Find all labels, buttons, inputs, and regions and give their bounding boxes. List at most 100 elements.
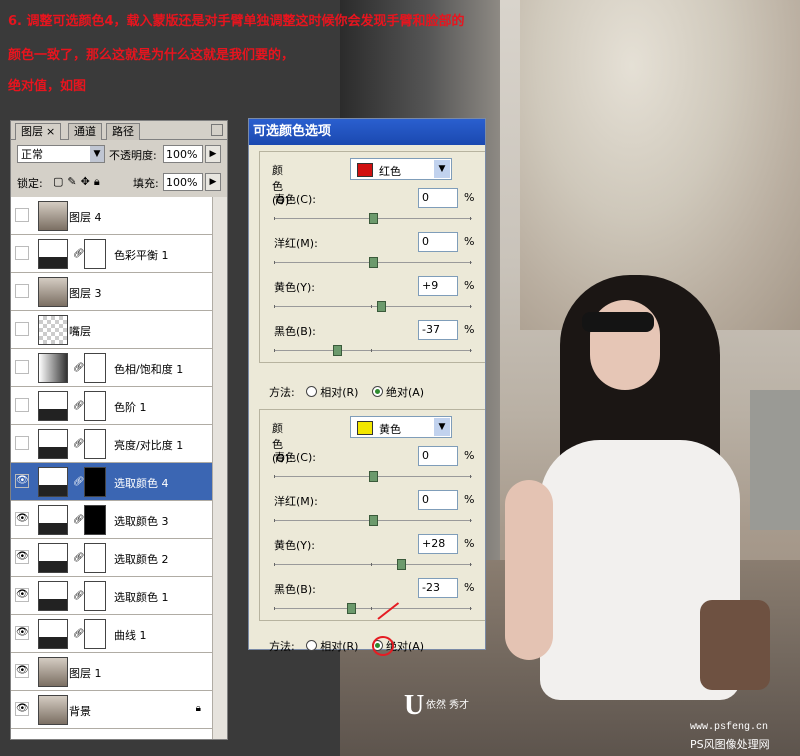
opacity-arrow-button[interactable]: ▶ bbox=[205, 145, 221, 163]
layer-row[interactable]: 色彩平衡 1 🔗︎ bbox=[11, 235, 213, 273]
link-chain-icon[interactable]: 🔗︎ bbox=[73, 439, 84, 449]
layer-mask-thumbnail[interactable] bbox=[84, 543, 106, 573]
color-select[interactable]: 红色 ▼ bbox=[350, 158, 452, 180]
radio-absolute-1[interactable]: 绝对(A) bbox=[371, 386, 424, 399]
link-chain-icon[interactable]: 🔗︎ bbox=[73, 363, 84, 373]
layer-row[interactable]: 👁︎ 背景 🔒︎ bbox=[11, 691, 213, 729]
layer-row[interactable]: 图层 3 bbox=[11, 273, 213, 311]
cyan-label: 青色(C): bbox=[274, 451, 316, 464]
magenta-label: 洋红(M): bbox=[274, 237, 318, 250]
visibility-eye-icon[interactable]: 👁︎ bbox=[15, 626, 29, 640]
link-chain-icon[interactable]: 🔗︎ bbox=[73, 515, 84, 525]
layer-mask-thumbnail[interactable] bbox=[84, 353, 106, 383]
visibility-eye-icon[interactable]: 👁︎ bbox=[15, 512, 29, 526]
opacity-input[interactable]: 100% bbox=[163, 145, 203, 163]
link-chain-icon[interactable]: 🔗︎ bbox=[73, 591, 84, 601]
link-chain-icon[interactable]: 🔗︎ bbox=[73, 629, 84, 639]
yellow-slider-track[interactable] bbox=[274, 559, 472, 570]
layer-row[interactable]: 图层 4 bbox=[11, 197, 213, 235]
visibility-eye-icon[interactable] bbox=[15, 246, 29, 260]
layer-mask-thumbnail[interactable] bbox=[84, 239, 106, 269]
blend-mode-select[interactable]: 正常 ▼ bbox=[17, 145, 105, 163]
cyan-slider-thumb[interactable] bbox=[369, 213, 378, 224]
tab-paths[interactable]: 路径 bbox=[106, 123, 140, 140]
layer-row[interactable]: 色阶 1 🔗︎ bbox=[11, 387, 213, 425]
link-chain-icon[interactable]: 🔗︎ bbox=[73, 249, 84, 259]
yellow-input[interactable]: +9 bbox=[418, 276, 458, 296]
color-select[interactable]: 黄色 ▼ bbox=[350, 416, 452, 438]
layer-row[interactable]: 👁︎ 曲线 1 🔗︎ bbox=[11, 615, 213, 653]
visibility-eye-icon[interactable]: 👁︎ bbox=[15, 702, 29, 716]
black-slider-track[interactable] bbox=[274, 603, 472, 614]
visibility-eye-icon[interactable] bbox=[15, 322, 29, 336]
link-chain-icon[interactable]: 🔗︎ bbox=[73, 401, 84, 411]
fill-input[interactable]: 100% bbox=[163, 173, 203, 191]
chevron-down-icon: ▼ bbox=[434, 418, 450, 436]
lock-options-icons[interactable]: ▢✎✥🔒︎ bbox=[53, 175, 104, 189]
layer-mask-thumbnail[interactable] bbox=[84, 391, 106, 421]
cyan-slider-thumb[interactable] bbox=[369, 471, 378, 482]
visibility-eye-icon[interactable]: 👁︎ bbox=[15, 664, 29, 678]
visibility-eye-icon[interactable] bbox=[15, 360, 29, 374]
magenta-slider-track[interactable] bbox=[274, 257, 472, 268]
magenta-slider-track[interactable] bbox=[274, 515, 472, 526]
black-input[interactable]: -37 bbox=[418, 320, 458, 340]
dialog-title: 可选颜色选项 bbox=[249, 119, 485, 145]
tab-close-icon[interactable]: × bbox=[46, 125, 55, 138]
cyan-input[interactable]: 0 bbox=[418, 446, 458, 466]
visibility-eye-icon[interactable]: 👁︎ bbox=[15, 588, 29, 602]
layer-row[interactable]: 亮度/对比度 1 🔗︎ bbox=[11, 425, 213, 463]
yellow-slider-track[interactable] bbox=[274, 301, 472, 312]
layer-mask-thumbnail[interactable] bbox=[84, 619, 106, 649]
panel-menu-icon[interactable] bbox=[211, 124, 223, 136]
slider-tick bbox=[470, 519, 472, 522]
tab-channels[interactable]: 通道 bbox=[68, 123, 102, 140]
visibility-eye-icon[interactable] bbox=[15, 208, 29, 222]
layer-row[interactable]: 嘴层 bbox=[11, 311, 213, 349]
layer-row[interactable]: 👁︎ 选取颜色 4 🔗︎ bbox=[11, 463, 213, 501]
percent-sign: % bbox=[464, 493, 475, 506]
layer-list-scrollbar[interactable] bbox=[212, 197, 227, 739]
cyan-slider-track[interactable] bbox=[274, 471, 472, 482]
black-slider-track[interactable] bbox=[274, 345, 472, 356]
link-chain-icon[interactable]: 🔗︎ bbox=[73, 477, 84, 487]
layer-row[interactable]: 👁︎ 选取颜色 3 🔗︎ bbox=[11, 501, 213, 539]
yellow-input[interactable]: +28 bbox=[418, 534, 458, 554]
layer-thumbnail bbox=[38, 695, 68, 725]
opacity-label: 不透明度: bbox=[109, 149, 157, 162]
layer-row[interactable]: 👁︎ 图层 1 bbox=[11, 653, 213, 691]
visibility-eye-icon[interactable]: 👁︎ bbox=[15, 474, 29, 488]
link-chain-icon[interactable]: 🔗︎ bbox=[73, 553, 84, 563]
layer-row[interactable]: 👁︎ 选取颜色 2 🔗︎ bbox=[11, 539, 213, 577]
visibility-eye-icon[interactable]: 👁︎ bbox=[15, 550, 29, 564]
layer-row[interactable]: 色相/饱和度 1 🔗︎ bbox=[11, 349, 213, 387]
layer-row[interactable]: 👁︎ 选取颜色 1 🔗︎ bbox=[11, 577, 213, 615]
layer-mask-thumbnail[interactable] bbox=[84, 505, 106, 535]
layer-mask-thumbnail[interactable] bbox=[84, 429, 106, 459]
magenta-input[interactable]: 0 bbox=[418, 232, 458, 252]
method-row-1: 方法: 相对(R) 绝对(A) bbox=[269, 384, 424, 400]
tab-layers[interactable]: 图层 × bbox=[15, 123, 62, 140]
magenta-slider-thumb[interactable] bbox=[369, 257, 378, 268]
visibility-eye-icon[interactable] bbox=[15, 436, 29, 450]
magenta-input[interactable]: 0 bbox=[418, 490, 458, 510]
visibility-eye-icon[interactable] bbox=[15, 398, 29, 412]
slider-tick bbox=[274, 475, 275, 478]
fill-arrow-button[interactable]: ▶ bbox=[205, 173, 221, 191]
black-slider-thumb[interactable] bbox=[333, 345, 343, 356]
cyan-label: 青色(C): bbox=[274, 193, 316, 206]
layer-mask-thumbnail[interactable] bbox=[84, 467, 106, 497]
yellow-slider-thumb[interactable] bbox=[376, 301, 386, 312]
cyan-input[interactable]: 0 bbox=[418, 188, 458, 208]
visibility-eye-icon[interactable] bbox=[15, 284, 29, 298]
radio-relative-2[interactable]: 相对(R) bbox=[306, 640, 358, 653]
radio-relative-1[interactable]: 相对(R) bbox=[306, 386, 358, 399]
yellow-slider-thumb[interactable] bbox=[396, 559, 406, 570]
radio-relative-icon bbox=[306, 640, 318, 651]
color-select-value: 黄色 bbox=[379, 423, 401, 436]
cyan-slider-track[interactable] bbox=[274, 213, 472, 224]
black-slider-thumb[interactable] bbox=[347, 603, 357, 614]
layer-mask-thumbnail[interactable] bbox=[84, 581, 106, 611]
magenta-slider-thumb[interactable] bbox=[369, 515, 378, 526]
black-input[interactable]: -23 bbox=[418, 578, 458, 598]
